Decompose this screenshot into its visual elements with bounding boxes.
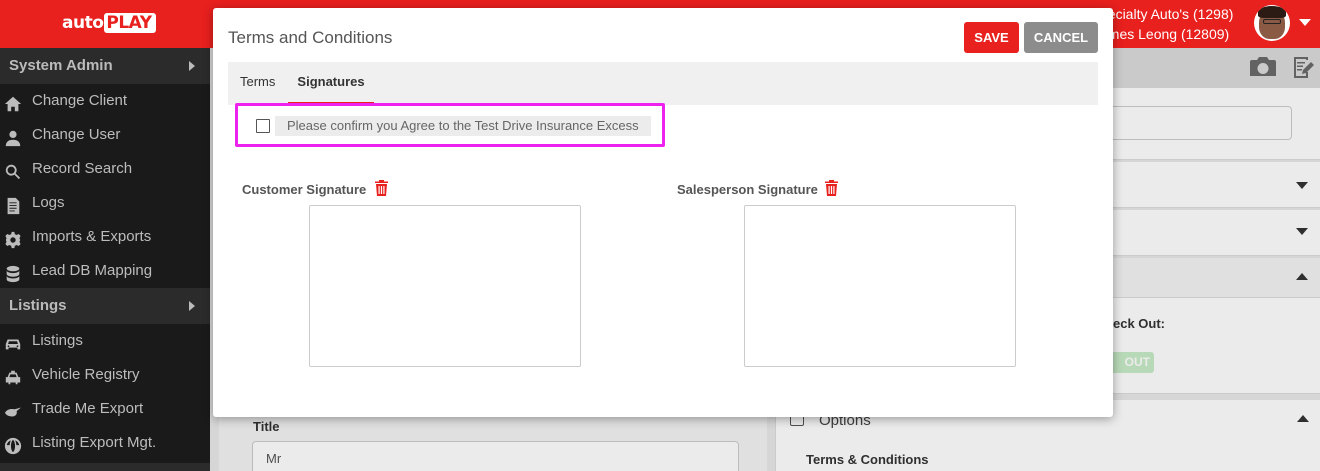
database-icon [4,262,22,283]
avatar[interactable] [1254,5,1290,41]
confirm-highlight: Please confirm you Agree to the Test Dri… [235,103,665,147]
sidebar-item-label: Logs [32,194,65,211]
sidebar-item-label: Record Search [32,160,133,177]
globe-icon [4,434,22,455]
logo-text-auto: auto [62,13,104,33]
taxi-icon [4,366,22,385]
user-menu-caret-icon[interactable] [1299,19,1311,26]
sidebar-item-label: Change User [32,126,121,143]
sidebar-section-system-admin[interactable]: System Admin [0,48,210,84]
sidebar-item-record-search[interactable]: Record Search [0,152,210,186]
sidebar-item-label: Imports & Exports [32,228,152,245]
sidebar-item-label: Listings [32,332,83,349]
kiwi-icon [4,400,22,418]
sidebar-item-lead-db-mapping[interactable]: Lead DB Mapping [0,254,210,288]
home-icon [4,92,22,112]
sidebar-section-label: System Admin [9,57,113,74]
sidebar-item-label: Vehicle Registry [32,366,140,383]
sidebar-item-change-client[interactable]: Change Client [0,84,210,118]
sidebar-item-logs[interactable]: Logs [0,186,210,220]
sidebar-item-label: Listing Export Mgt. [32,434,157,451]
sidebar-item-vehicle-registry[interactable]: Vehicle Registry [0,358,210,392]
terms-conditions-modal: Terms and Conditions SAVE CANCEL Terms S… [213,8,1113,417]
save-button[interactable]: SAVE [964,22,1019,53]
chevron-right-icon [189,301,195,311]
sidebar: System Admin Change Client Change User R… [0,48,210,471]
chevron-right-icon [189,61,195,71]
document-icon [4,194,22,215]
sidebar-item-change-user[interactable]: Change User [0,118,210,152]
autoplay-logo[interactable]: auto PLAY [62,12,156,34]
salesperson-signature-pad[interactable] [744,205,1016,367]
sidebar-section-listings[interactable]: Listings [0,288,210,324]
customer-signature-pad[interactable] [309,205,581,367]
modal-tab-bar: Terms Signatures [228,62,1098,105]
client-name: pecialty Auto's (1298) [1100,6,1234,22]
confirm-label[interactable]: Please confirm you Agree to the Test Dri… [275,116,651,136]
sidebar-section-label: Listings [9,297,67,314]
sidebar-item-listing-export-mgt[interactable]: Listing Export Mgt. [0,426,210,460]
confirm-checkbox[interactable] [256,119,270,133]
sidebar-item-label: Lead DB Mapping [32,262,153,279]
user-name: ames Leong (12809) [1100,26,1230,42]
sidebar-item-listings[interactable]: Listings [0,324,210,358]
cancel-button[interactable]: CANCEL [1024,22,1098,53]
trash-icon[interactable] [825,180,838,196]
customer-signature-label: Customer Signature [242,182,367,197]
sidebar-item-imports-exports[interactable]: Imports & Exports [0,220,210,254]
tab-signatures[interactable]: Signatures [288,62,374,105]
user-info[interactable]: pecialty Auto's (1298) ames Leong (12809… [1100,4,1250,44]
salesperson-signature-label: Salesperson Signature [677,182,818,197]
sidebar-item-label: Trade Me Export [32,400,144,417]
user-icon [4,126,22,147]
search-icon [4,160,22,180]
tab-terms[interactable]: Terms [240,62,275,105]
modal-title: Terms and Conditions [228,28,393,47]
sidebar-item-label: Change Client [32,92,128,109]
sidebar-footer [0,463,210,471]
gear-icon [4,228,22,249]
car-icon [4,332,22,350]
logo-text-play: PLAY [104,13,156,33]
sidebar-item-trade-me-export[interactable]: Trade Me Export [0,392,210,426]
trash-icon[interactable] [375,180,388,196]
